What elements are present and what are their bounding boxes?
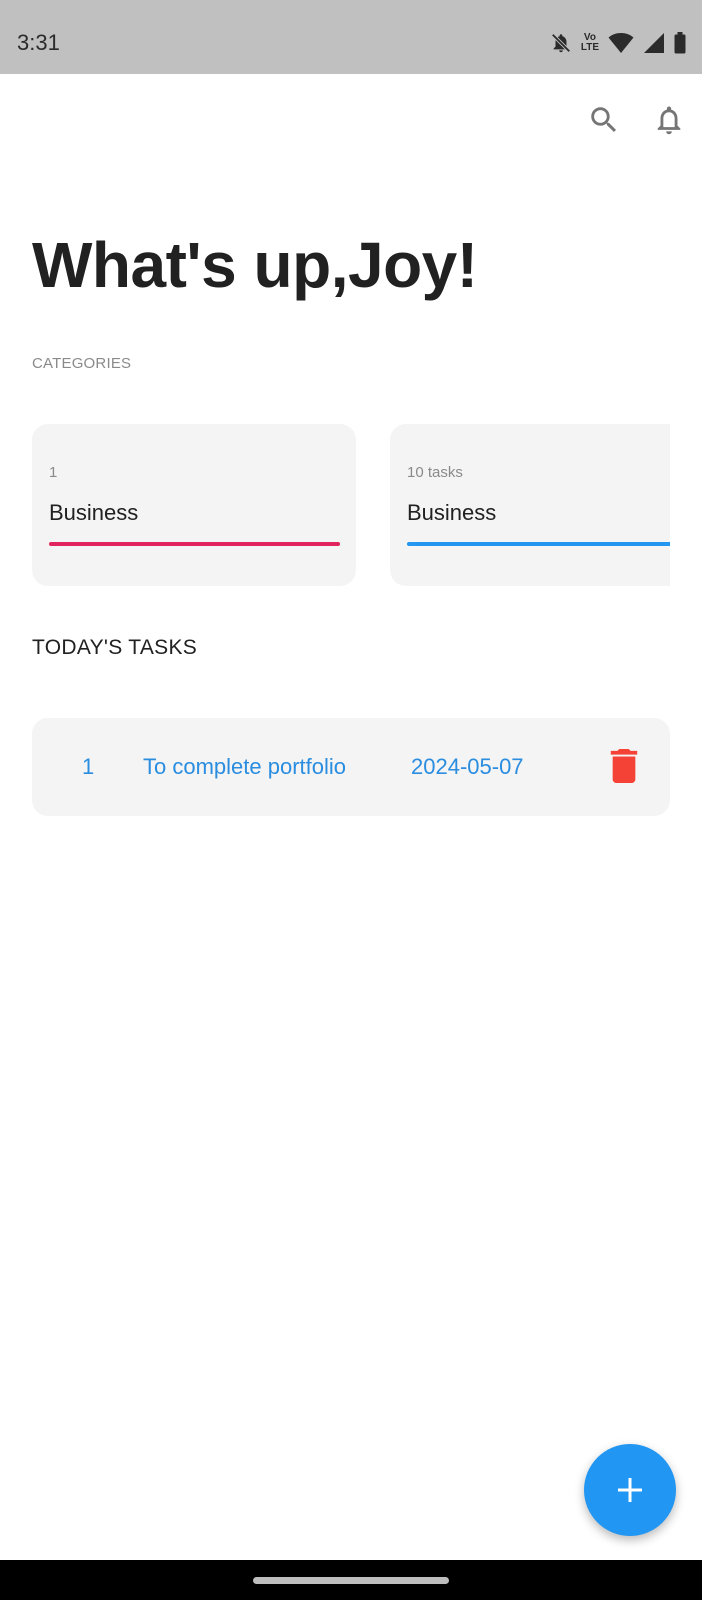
notifications-button[interactable] [645,96,693,144]
category-name: Business [49,500,139,525]
navigation-bar [0,1560,702,1600]
wifi-icon [608,32,634,54]
status-bar: 3:31 Vo LTE [0,0,702,74]
plus-icon [618,1478,642,1502]
volte-bottom-label: LTE [580,42,599,53]
categories-label: CATEGORIES [32,355,132,372]
volte-icon: Vo LTE [581,33,599,53]
delete-task-button[interactable] [606,748,642,784]
category-task-count: 10 tasks [407,464,463,481]
category-task-count: 1 [49,464,58,481]
battery-icon [674,32,686,54]
status-time: 3:31 [17,30,60,55]
notifications-off-icon [550,32,572,54]
category-progress-bar [407,542,670,546]
bell-icon [657,106,681,135]
search-icon [591,107,617,133]
task-row[interactable]: 1 To complete portfolio 2024-05-07 [32,718,670,816]
task-title: To complete portfolio [143,754,346,779]
category-progress-bar [49,542,340,546]
signal-icon [643,32,665,54]
categories-list[interactable]: 1 Business 10 tasks Business [32,424,670,586]
home-gesture-handle[interactable] [253,1577,449,1584]
category-card[interactable]: 10 tasks Business [390,424,670,586]
status-icons: Vo LTE [541,30,686,56]
task-date: 2024-05-07 [411,754,524,779]
app-screen: 3:31 Vo LTE What's up,Joy! CATEGORIES 1 … [0,0,702,1600]
task-number: 1 [82,754,95,779]
trash-icon [610,749,638,783]
add-task-button[interactable] [584,1444,676,1536]
greeting-title: What's up,Joy! [32,229,478,301]
todays-tasks-label: TODAY'S TASKS [32,636,198,659]
category-name: Business [407,500,497,525]
category-card[interactable]: 1 Business [32,424,356,586]
search-button[interactable] [580,96,628,144]
